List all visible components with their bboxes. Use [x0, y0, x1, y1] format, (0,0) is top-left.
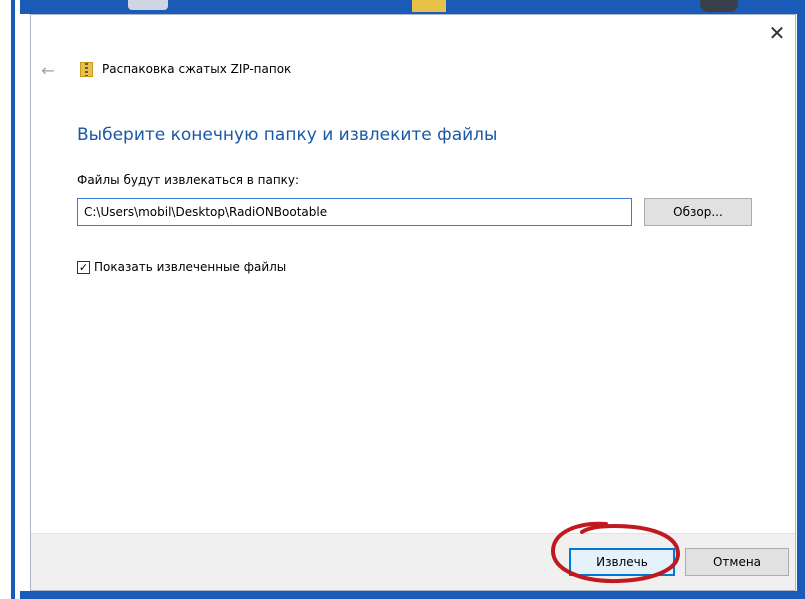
show-extracted-files-checkbox[interactable]: ✓ [77, 260, 90, 274]
extract-button[interactable]: Извлечь [569, 548, 675, 576]
zipper [85, 63, 88, 76]
show-extracted-files-label: Показать извлеченные файлы [94, 260, 287, 274]
dialog-title: Распаковка сжатых ZIP-папок [102, 62, 292, 76]
desktop-background-right [797, 14, 805, 591]
show-extracted-files-option[interactable]: ✓ Показать извлеченные файлы [77, 260, 286, 274]
destination-label: Файлы будут извлекаться в папку: [77, 173, 300, 187]
desktop-icon [128, 0, 168, 10]
page-heading: Выберите конечную папку и извлеките файл… [77, 125, 498, 145]
desktop-background-left [0, 0, 20, 599]
extract-zip-dialog: ✕ ← Распаковка сжатых ZIP-папок Выберите… [30, 14, 796, 591]
cancel-button[interactable]: Отмена [685, 548, 789, 576]
back-arrow-icon: ← [41, 60, 55, 80]
desktop-icon [700, 0, 738, 12]
desktop-folder-icon [412, 0, 446, 12]
desktop-background-bottom [20, 591, 805, 599]
browse-button[interactable]: Обзор... [644, 198, 752, 226]
destination-path-input[interactable] [77, 198, 632, 226]
close-button[interactable]: ✕ [759, 15, 795, 51]
close-icon: ✕ [768, 21, 786, 45]
dialog-footer: Извлечь Отмена [31, 533, 795, 590]
back-button[interactable]: ← [37, 59, 59, 81]
desktop-edge [11, 0, 15, 599]
desktop-background-top [20, 0, 805, 14]
zip-folder-icon [80, 62, 93, 77]
